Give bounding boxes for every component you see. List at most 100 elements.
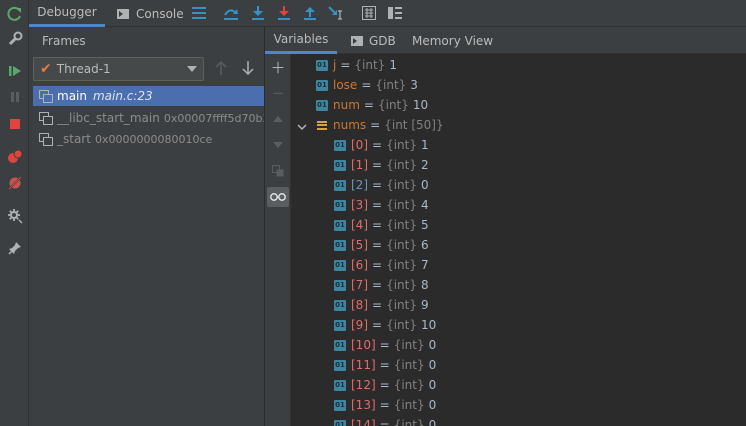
primitive-icon: 01 xyxy=(334,139,346,151)
debugger-toolbar: Debugger Console xyxy=(29,0,746,27)
equals-sign: = xyxy=(372,218,383,232)
variable-row[interactable]: 01 num = {int} 10 xyxy=(316,95,428,115)
primitive-icon: 01 xyxy=(334,239,346,251)
pause-icon[interactable] xyxy=(0,86,29,108)
equals-sign: = xyxy=(379,358,390,372)
duplicate-icon[interactable] xyxy=(267,161,289,181)
variable-type: {int} xyxy=(393,338,425,352)
variable-row[interactable]: 01 [13] = {int} 0 xyxy=(334,395,436,415)
variable-name: [5] xyxy=(351,238,368,252)
move-up-icon[interactable] xyxy=(267,109,289,129)
previous-frame-icon[interactable] xyxy=(214,60,230,78)
variable-value: 3 xyxy=(410,78,418,92)
run-to-cursor-icon[interactable] xyxy=(326,4,346,22)
variable-row[interactable]: 01 [8] = {int} 9 xyxy=(334,295,429,315)
variable-row[interactable]: 01 [2] = {int} 0 xyxy=(334,175,429,195)
variable-row[interactable]: 01 lose = {int} 3 xyxy=(316,75,418,95)
stack-frame-icon xyxy=(39,133,53,146)
stop-icon[interactable] xyxy=(0,113,29,135)
primitive-icon: 01 xyxy=(334,159,346,171)
variable-type: {int} xyxy=(386,198,417,212)
variable-name: nums xyxy=(333,118,367,132)
variable-type: {int} xyxy=(386,278,417,292)
tab-debugger-label: Debugger xyxy=(37,5,97,19)
wrench-icon[interactable] xyxy=(0,28,29,50)
frame-row[interactable]: _start 0x0000000080010ce xyxy=(33,129,264,149)
evaluate-expression-icon[interactable] xyxy=(359,4,379,22)
step-out-icon[interactable] xyxy=(300,4,320,22)
expand-toggle-icon[interactable] xyxy=(297,121,307,131)
variable-name: [4] xyxy=(351,218,368,232)
primitive-icon: 01 xyxy=(334,359,346,371)
variable-row[interactable]: 01 j = {int} 1 xyxy=(316,55,397,75)
thread-dropdown[interactable]: ✔ Thread-1 xyxy=(33,57,204,81)
variable-value: 1 xyxy=(389,58,397,72)
tab-console[interactable]: Console xyxy=(117,0,187,27)
glasses-icon[interactable] xyxy=(267,187,289,207)
variable-type: {int} xyxy=(386,258,417,272)
frames-header: Frames xyxy=(29,27,265,54)
next-frame-icon[interactable] xyxy=(241,60,257,78)
variable-name: [13] xyxy=(351,398,376,412)
variable-type: {int} xyxy=(354,58,386,72)
variable-row[interactable]: 01 [4] = {int} 5 xyxy=(334,215,429,235)
pin-icon[interactable] xyxy=(0,237,29,259)
equals-sign: = xyxy=(379,378,390,392)
variable-type: {int} xyxy=(386,138,417,152)
move-down-icon[interactable] xyxy=(267,135,289,155)
frame-row[interactable]: main main.c:23 xyxy=(33,86,264,106)
equals-sign: = xyxy=(372,278,383,292)
console-icon xyxy=(117,8,129,19)
variable-row[interactable]: 01 [1] = {int} 2 xyxy=(334,155,429,175)
variable-row[interactable]: 01 [7] = {int} 8 xyxy=(334,275,429,295)
check-icon: ✔ xyxy=(40,61,52,77)
variable-type: {int} xyxy=(393,378,425,392)
step-over-icon[interactable] xyxy=(221,4,241,22)
variable-name: [9] xyxy=(351,318,368,332)
frames-title: Frames xyxy=(42,33,86,48)
variable-type: {int} xyxy=(386,158,417,172)
variable-row[interactable]: 01 [11] = {int} 0 xyxy=(334,355,436,375)
variable-row[interactable]: 01 [3] = {int} 4 xyxy=(334,195,429,215)
tab-variables[interactable]: Variables xyxy=(265,27,337,54)
variable-row[interactable]: 01 [14] = {int} 0 xyxy=(334,415,436,426)
equals-sign: = xyxy=(370,118,381,132)
variable-type: {int} xyxy=(393,398,425,412)
stack-frame-icon xyxy=(39,90,53,103)
variable-row[interactable]: nums = {int [50]} xyxy=(316,115,448,135)
rerun-icon[interactable] xyxy=(0,3,29,25)
variable-value: 1 xyxy=(420,138,429,152)
equals-sign: = xyxy=(363,98,374,112)
tab-memory-view[interactable]: Memory View xyxy=(412,27,493,54)
step-into-icon[interactable] xyxy=(248,4,268,22)
variable-row[interactable]: 01 [6] = {int} 7 xyxy=(334,255,429,275)
equals-sign: = xyxy=(372,298,383,312)
variable-value: 0 xyxy=(428,358,437,372)
variable-value: 9 xyxy=(420,298,429,312)
variable-type: {int} xyxy=(386,238,417,252)
add-watch-icon[interactable]: ＋ xyxy=(267,57,289,77)
variable-type: {int [50]} xyxy=(384,118,444,132)
thread-name: Thread-1 xyxy=(56,62,111,76)
variable-row[interactable]: 01 [10] = {int} 0 xyxy=(334,335,436,355)
tab-gdb[interactable]: GDB xyxy=(351,27,396,54)
variable-name: [8] xyxy=(351,298,368,312)
tab-debugger[interactable]: Debugger xyxy=(29,0,105,27)
variable-type: {int} xyxy=(393,418,425,426)
variable-row[interactable]: 01 [12] = {int} 0 xyxy=(334,375,436,395)
settings-icon[interactable] xyxy=(0,205,29,227)
variable-name: j xyxy=(333,58,337,72)
force-step-into-icon[interactable] xyxy=(274,4,294,22)
menu-icon[interactable] xyxy=(189,4,209,22)
view-breakpoints-icon[interactable] xyxy=(0,146,29,168)
variable-row[interactable]: 01 [0] = {int} 1 xyxy=(334,135,429,155)
equals-sign: = xyxy=(372,238,383,252)
remove-watch-icon[interactable]: − xyxy=(267,83,289,103)
resume-icon[interactable] xyxy=(0,60,29,82)
variable-row[interactable]: 01 [9] = {int} 10 xyxy=(334,315,436,335)
layout-icon[interactable] xyxy=(385,4,405,22)
equals-sign: = xyxy=(372,258,383,272)
variable-row[interactable]: 01 [5] = {int} 6 xyxy=(334,235,429,255)
mute-breakpoints-icon[interactable] xyxy=(0,172,29,194)
frame-row[interactable]: __libc_start_main 0x00007ffff5d70b3 xyxy=(33,108,264,128)
